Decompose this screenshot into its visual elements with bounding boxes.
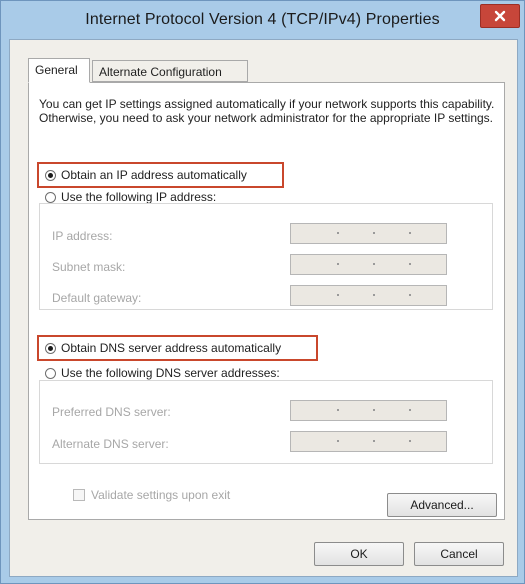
description-text: You can get IP settings assigned automat… xyxy=(39,97,495,125)
subnet-mask-label: Subnet mask: xyxy=(52,260,126,274)
tab-alternate-configuration[interactable]: Alternate Configuration xyxy=(92,60,248,82)
advanced-button[interactable]: Advanced... xyxy=(387,493,497,517)
use-following-ip-radio[interactable]: Use the following IP address: xyxy=(45,190,216,204)
radio-selected-icon xyxy=(45,342,56,354)
alternate-dns-label: Alternate DNS server: xyxy=(52,437,169,451)
ip-address-input[interactable] xyxy=(290,223,447,244)
general-tab-panel: You can get IP settings assigned automat… xyxy=(28,82,505,520)
alternate-dns-input[interactable] xyxy=(290,431,447,452)
dialog-window: Internet Protocol Version 4 (TCP/IPv4) P… xyxy=(0,0,525,584)
subnet-mask-input[interactable] xyxy=(290,254,447,275)
ok-button[interactable]: OK xyxy=(314,542,404,566)
title-bar[interactable]: Internet Protocol Version 4 (TCP/IPv4) P… xyxy=(1,1,524,39)
checkbox-box xyxy=(73,489,85,501)
preferred-dns-label: Preferred DNS server: xyxy=(52,405,171,419)
obtain-dns-auto-radio[interactable]: Obtain DNS server address automatically xyxy=(45,341,281,355)
use-following-dns-label: Use the following DNS server addresses: xyxy=(61,366,280,380)
default-gateway-input[interactable] xyxy=(290,285,447,306)
dialog-body: General Alternate Configuration You can … xyxy=(9,39,518,577)
use-following-ip-label: Use the following IP address: xyxy=(61,190,217,204)
validate-settings-checkbox[interactable]: Validate settings upon exit xyxy=(73,488,230,502)
window-title: Internet Protocol Version 4 (TCP/IPv4) P… xyxy=(85,11,440,28)
obtain-ip-auto-label: Obtain an IP address automatically xyxy=(61,168,247,182)
radio-unselected-icon xyxy=(45,367,56,379)
ip-address-label: IP address: xyxy=(52,229,113,243)
radio-selected-icon xyxy=(45,169,56,181)
radio-unselected-icon xyxy=(45,191,56,203)
obtain-dns-auto-label: Obtain DNS server address automatically xyxy=(61,341,282,355)
preferred-dns-input[interactable] xyxy=(290,400,447,421)
use-following-dns-radio[interactable]: Use the following DNS server addresses: xyxy=(45,366,280,380)
close-button[interactable] xyxy=(480,4,520,28)
validate-settings-label: Validate settings upon exit xyxy=(91,488,231,502)
obtain-ip-auto-radio[interactable]: Obtain an IP address automatically xyxy=(45,168,247,182)
cancel-button[interactable]: Cancel xyxy=(414,542,504,566)
tab-general[interactable]: General xyxy=(28,58,90,83)
close-icon xyxy=(494,10,506,22)
default-gateway-label: Default gateway: xyxy=(52,291,142,305)
